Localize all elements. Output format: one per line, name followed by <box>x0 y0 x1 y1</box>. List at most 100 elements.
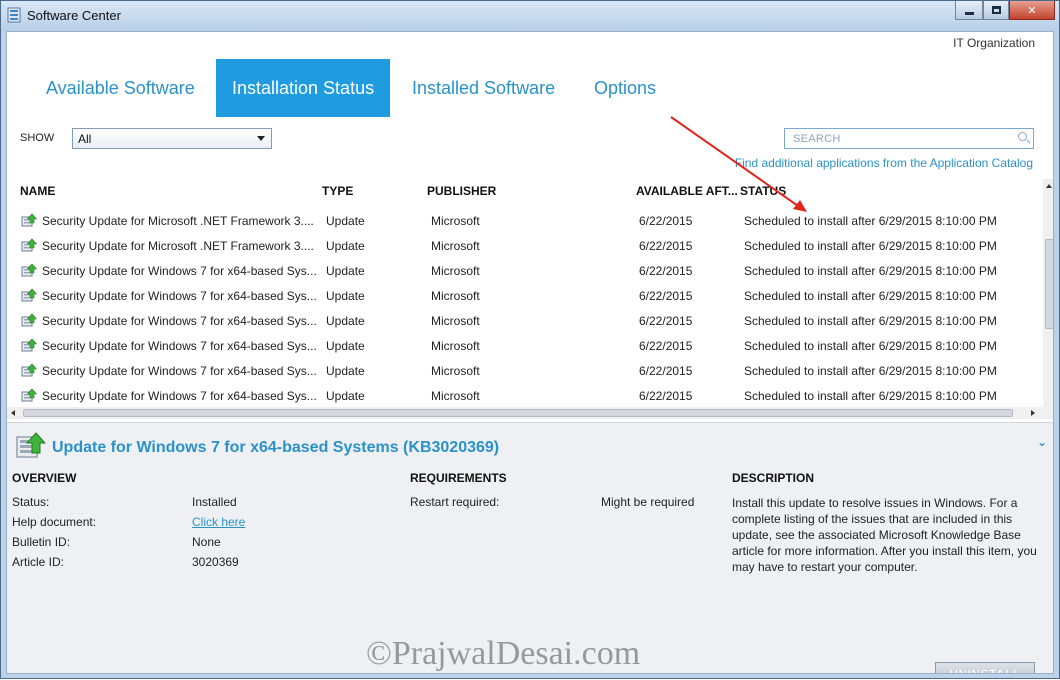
scroll-up-icon[interactable] <box>1046 184 1052 188</box>
row-status-cell: Scheduled to install after 6/29/2015 8:1… <box>744 239 997 253</box>
table-vertical-scrollbar[interactable] <box>1043 179 1053 419</box>
article-id-label: Article ID: <box>12 555 65 569</box>
row-status-cell: Scheduled to install after 6/29/2015 8:1… <box>744 264 997 278</box>
table-row[interactable]: Security Update for Windows 7 for x64-ba… <box>7 383 1043 408</box>
row-available-after-cell: 6/22/2015 <box>639 339 693 353</box>
row-publisher-cell: Microsoft <box>431 239 480 253</box>
requirements-heading: REQUIREMENTS <box>410 471 507 485</box>
table-row[interactable]: Security Update for Windows 7 for x64-ba… <box>7 258 1043 283</box>
table-row[interactable]: Security Update for Microsoft .NET Frame… <box>7 208 1043 233</box>
search-placeholder: SEARCH <box>793 133 841 145</box>
column-header-name[interactable]: NAME <box>20 184 55 198</box>
row-available-after-cell: 6/22/2015 <box>639 214 693 228</box>
window-title: Software Center <box>27 8 121 23</box>
vertical-scroll-thumb[interactable] <box>1045 239 1053 329</box>
software-center-window: Software Center ✕ IT Organization Availa… <box>0 0 1060 679</box>
table-row[interactable]: Security Update for Microsoft .NET Frame… <box>7 233 1043 258</box>
row-status-cell: Scheduled to install after 6/29/2015 8:1… <box>744 314 997 328</box>
column-header-publisher[interactable]: PUBLISHER <box>427 184 496 198</box>
update-package-icon <box>21 388 37 402</box>
row-type-cell: Update <box>326 339 365 353</box>
main-content: IT Organization Available Software Insta… <box>6 31 1054 674</box>
row-publisher-cell: Microsoft <box>431 364 480 378</box>
status-label: Status: <box>12 495 50 509</box>
horizontal-scroll-thumb[interactable] <box>23 409 1013 417</box>
show-filter-label: SHOW <box>20 132 55 144</box>
installation-status-table: NAME TYPE PUBLISHER AVAILABLE AFT... STA… <box>7 179 1053 419</box>
row-available-after-cell: 6/22/2015 <box>639 314 693 328</box>
row-publisher-cell: Microsoft <box>431 389 480 403</box>
row-status-cell: Scheduled to install after 6/29/2015 8:1… <box>744 364 997 378</box>
close-icon: ✕ <box>1027 4 1037 17</box>
row-name-cell: Security Update for Microsoft .NET Frame… <box>42 214 314 228</box>
overview-heading: OVERVIEW <box>12 471 77 485</box>
update-package-icon <box>21 263 37 277</box>
row-publisher-cell: Microsoft <box>431 289 480 303</box>
search-input[interactable]: SEARCH <box>784 128 1034 149</box>
software-center-app-icon <box>7 7 21 23</box>
row-type-cell: Update <box>326 239 365 253</box>
row-publisher-cell: Microsoft <box>431 339 480 353</box>
row-name-cell: Security Update for Windows 7 for x64-ba… <box>42 264 317 278</box>
help-document-link[interactable]: Click here <box>192 515 245 529</box>
show-filter-value: All <box>78 132 92 146</box>
bulletin-id-value: None <box>192 535 221 549</box>
window-controls: ✕ <box>955 1 1055 21</box>
description-text: Install this update to resolve issues in… <box>732 496 1037 574</box>
maximize-button[interactable] <box>983 1 1009 20</box>
row-name-cell: Security Update for Windows 7 for x64-ba… <box>42 364 317 378</box>
row-name-cell: Security Update for Windows 7 for x64-ba… <box>42 289 317 303</box>
table-row[interactable]: Security Update for Windows 7 for x64-ba… <box>7 358 1043 383</box>
search-icon[interactable] <box>1018 132 1027 141</box>
row-publisher-cell: Microsoft <box>431 314 480 328</box>
status-value: Installed <box>192 495 237 509</box>
table-row[interactable]: Security Update for Windows 7 for x64-ba… <box>7 283 1043 308</box>
dropdown-arrow-icon <box>257 136 265 141</box>
selected-item-title: Update for Windows 7 for x64-based Syste… <box>52 439 500 456</box>
tab-installed-software[interactable]: Installed Software <box>396 59 571 117</box>
table-row[interactable]: Security Update for Windows 7 for x64-ba… <box>7 308 1043 333</box>
show-filter-dropdown[interactable]: All <box>72 128 272 149</box>
article-id-value: 3020369 <box>192 555 239 569</box>
row-available-after-cell: 6/22/2015 <box>639 389 693 403</box>
table-horizontal-scrollbar[interactable] <box>7 407 1043 419</box>
column-header-type[interactable]: TYPE <box>322 184 353 198</box>
row-type-cell: Update <box>326 364 365 378</box>
scroll-left-icon[interactable] <box>11 410 15 416</box>
column-header-status[interactable]: STATUS <box>740 184 786 198</box>
update-package-icon <box>21 288 37 302</box>
tab-bar: Available Software Installation Status I… <box>7 59 1053 117</box>
row-type-cell: Update <box>326 314 365 328</box>
row-publisher-cell: Microsoft <box>431 264 480 278</box>
close-button[interactable]: ✕ <box>1009 1 1055 20</box>
organization-name: IT Organization <box>953 36 1035 50</box>
application-catalog-link[interactable]: Find additional applications from the Ap… <box>735 156 1033 170</box>
watermark-text: ©PrajwalDesai.com <box>366 635 641 672</box>
row-status-cell: Scheduled to install after 6/29/2015 8:1… <box>744 214 997 228</box>
row-available-after-cell: 6/22/2015 <box>639 364 693 378</box>
row-status-cell: Scheduled to install after 6/29/2015 8:1… <box>744 289 997 303</box>
chevron-down-icon[interactable]: ⌄ <box>1037 435 1047 449</box>
column-header-available-after[interactable]: AVAILABLE AFT... <box>636 184 738 198</box>
bulletin-id-label: Bulletin ID: <box>12 535 71 549</box>
tab-installation-status[interactable]: Installation Status <box>216 59 391 117</box>
table-row[interactable]: Security Update for Windows 7 for x64-ba… <box>7 333 1043 358</box>
title-bar[interactable]: Software Center ✕ <box>1 1 1059 31</box>
tab-available-software[interactable]: Available Software <box>30 59 211 117</box>
row-status-cell: Scheduled to install after 6/29/2015 8:1… <box>744 339 997 353</box>
row-available-after-cell: 6/22/2015 <box>639 289 693 303</box>
minimize-button[interactable] <box>955 1 983 20</box>
restart-required-value: Might be required <box>601 495 695 509</box>
update-package-icon <box>21 363 37 377</box>
row-available-after-cell: 6/22/2015 <box>639 264 693 278</box>
scroll-right-icon[interactable] <box>1031 410 1035 416</box>
row-name-cell: Security Update for Windows 7 for x64-ba… <box>42 314 317 328</box>
row-type-cell: Update <box>326 389 365 403</box>
uninstall-button[interactable]: UNINSTALL <box>935 662 1035 673</box>
row-available-after-cell: 6/22/2015 <box>639 239 693 253</box>
row-type-cell: Update <box>326 214 365 228</box>
tab-options[interactable]: Options <box>578 59 672 117</box>
update-package-icon <box>21 213 37 227</box>
row-type-cell: Update <box>326 289 365 303</box>
update-package-icon <box>16 432 46 458</box>
